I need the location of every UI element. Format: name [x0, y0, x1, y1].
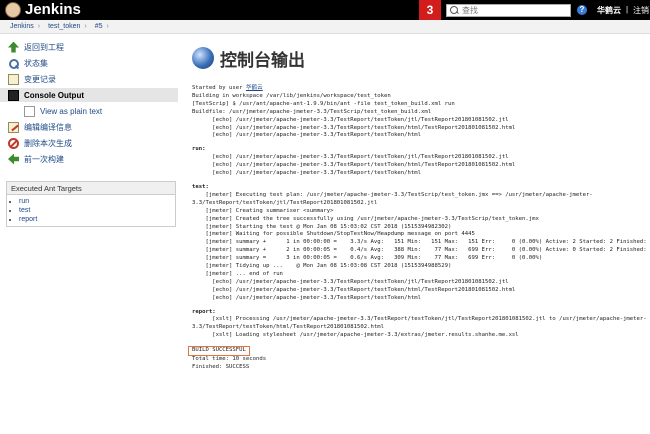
console-line: [jmeter] summary = 3 in 00:00:05 = 0.6/s…: [192, 255, 543, 262]
up-arrow-icon: [8, 41, 19, 53]
console-line: Buildfile: /usr/jmeter/apache-jmeter-3.3…: [192, 108, 432, 115]
console-line: [jmeter] Starting the test @ Mon Jan 08 …: [192, 223, 452, 230]
help-icon[interactable]: ?: [577, 5, 587, 15]
sidebar-item-label[interactable]: 删除本次生成: [24, 138, 72, 149]
chevron-right-icon: ›: [37, 23, 41, 30]
console-line: [jmeter] Executing test plan: /usr/jmete…: [192, 191, 593, 198]
console-line: [jmeter] ... end of run: [192, 270, 283, 277]
console-line: [jmeter] summary + 1 in 00:00:00 = 3.3/s…: [192, 239, 650, 246]
delete-icon: [8, 137, 19, 149]
console-target-report: report:: [192, 308, 216, 315]
console-line: Building in workspace /var/lib/jenkins/w…: [192, 92, 391, 99]
notepad-icon: [8, 73, 19, 85]
logout-link[interactable]: 注销: [633, 5, 649, 16]
console-output: Started by user 华鹤云 Building in workspace…: [188, 85, 650, 372]
console-target-run: run:: [192, 146, 206, 153]
ant-target-link[interactable]: report: [19, 216, 37, 223]
page-header: 控制台输出: [192, 40, 650, 76]
ant-targets-panel: Executed Ant Targets run test report: [6, 181, 176, 227]
sidebar-item-previous-build[interactable]: 前一次构建: [0, 152, 178, 166]
main-content: 控制台输出 Started by user 华鹤云 Building in wor…: [188, 40, 650, 372]
breadcrumb-job[interactable]: test_token: [48, 23, 80, 30]
console-line: [echo] /usr/jmeter/apache-jmeter-3.3/Tes…: [192, 116, 509, 123]
console-line: [echo] /usr/jmeter/apache-jmeter-3.3/Tes…: [192, 294, 422, 301]
build-status-highlight: BUILD SUCCESSFUL: [188, 346, 250, 357]
console-line: BUILD SUCCESSFUL: [188, 346, 650, 357]
sidebar-item-plain-text[interactable]: View as plain text: [0, 104, 178, 118]
started-by-text: Started by user: [192, 85, 246, 91]
sidebar-item-back-to-project[interactable]: 返回到工程: [0, 40, 178, 54]
sidebar-item-label[interactable]: 状态集: [24, 58, 48, 69]
sidebar-item-edit-build-info[interactable]: 编辑编译信息: [0, 120, 178, 134]
globe-icon: [192, 47, 214, 69]
console-line: 3.3/TestReport/testToken/html/TestReport…: [192, 324, 384, 331]
search-box: [446, 4, 571, 17]
sidebar-item-label[interactable]: 前一次构建: [24, 154, 64, 165]
sidebar-item-status[interactable]: 状态集: [0, 56, 178, 70]
console-line: [jmeter] Created the tree successfully u…: [192, 215, 539, 222]
console-target-test: test:: [192, 183, 209, 190]
console-line: [echo] /usr/jmeter/apache-jmeter-3.3/Tes…: [192, 162, 516, 169]
edit-icon: [8, 121, 19, 133]
console-line: [echo] /usr/jmeter/apache-jmeter-3.3/Tes…: [192, 154, 509, 161]
console-line: [echo] /usr/jmeter/apache-jmeter-3.3/Tes…: [192, 286, 516, 293]
console-line: [echo] /usr/jmeter/apache-jmeter-3.3/Tes…: [192, 124, 516, 131]
console-line: [jmeter] summary + 2 in 00:00:05 = 0.4/s…: [192, 247, 650, 254]
notification-badge[interactable]: 3: [419, 0, 441, 20]
console-line: Finished: SUCCESS: [192, 364, 250, 370]
search-icon: [450, 6, 459, 15]
console-line: [echo] /usr/jmeter/apache-jmeter-3.3/Tes…: [192, 278, 509, 285]
breadcrumb-build[interactable]: #5: [95, 23, 103, 30]
console-line: [jmeter] Tidying up ... @ Mon Jan 08 15:…: [192, 263, 452, 270]
sidebar-item-console-output[interactable]: Console Output: [0, 88, 178, 102]
jenkins-logo[interactable]: Jenkins: [5, 1, 81, 18]
console-line: 3.3/TestReport/testToken/jtl/TestReport2…: [192, 199, 378, 206]
header-separator: |: [626, 5, 629, 14]
top-header: Jenkins 3 ? 华鹤云 | 注销: [0, 0, 650, 20]
sidebar-item-label[interactable]: View as plain text: [40, 107, 102, 116]
document-icon: [24, 105, 35, 117]
ant-targets-title: Executed Ant Targets: [7, 182, 175, 195]
previous-arrow-icon: [8, 153, 19, 165]
ant-target-link[interactable]: run: [19, 198, 29, 205]
list-item: run: [19, 197, 175, 206]
console-line: [xslt] Processing /usr/jmeter/apache-jme…: [192, 316, 647, 323]
page-title: 控制台输出: [220, 50, 305, 71]
console-line: [TestScrip] $ /usr/ant/apache-ant-1.9.9/…: [192, 100, 455, 107]
sidebar-item-label[interactable]: 编辑编译信息: [24, 122, 72, 133]
breadcrumb-jenkins[interactable]: Jenkins: [10, 23, 34, 30]
ant-target-link[interactable]: test: [19, 207, 30, 214]
started-by-user-link[interactable]: 华鹤云: [246, 85, 263, 91]
console-line: [jmeter] Waiting for possible Shutdown/S…: [192, 231, 475, 238]
chevron-right-icon: ›: [106, 23, 109, 30]
search-input[interactable]: [462, 5, 562, 16]
breadcrumb: Jenkins › test_token › #5 ›: [0, 20, 650, 34]
list-item: test: [19, 206, 175, 215]
console-line: [echo] /usr/jmeter/apache-jmeter-3.3/Tes…: [192, 170, 422, 177]
console-line: [echo] /usr/jmeter/apache-jmeter-3.3/Tes…: [192, 132, 422, 139]
sidebar: 返回到工程 状态集 变更记录 Console Output View as pl…: [0, 38, 178, 166]
app-name: Jenkins: [25, 1, 81, 18]
terminal-icon: [8, 89, 19, 101]
sidebar-item-label[interactable]: 返回到工程: [24, 42, 64, 53]
list-item: report: [19, 215, 175, 224]
sidebar-item-changes[interactable]: 变更记录: [0, 72, 178, 86]
user-link[interactable]: 华鹤云: [597, 5, 621, 16]
search-icon: [8, 58, 19, 69]
console-line: Total time: 10 seconds: [192, 356, 267, 363]
console-line: Started by user 华鹤云: [192, 85, 650, 93]
console-line: [jmeter] Creating summariser <summary>: [192, 207, 334, 214]
sidebar-item-label[interactable]: 变更记录: [24, 74, 56, 85]
chevron-right-icon: ›: [84, 23, 87, 30]
console-line: [xslt] Loading stylesheet /usr/jmeter/ap…: [192, 332, 519, 339]
sidebar-item-label[interactable]: Console Output: [24, 91, 84, 100]
sidebar-item-delete-build[interactable]: 删除本次生成: [0, 136, 178, 150]
jenkins-butler-icon: [5, 1, 21, 18]
